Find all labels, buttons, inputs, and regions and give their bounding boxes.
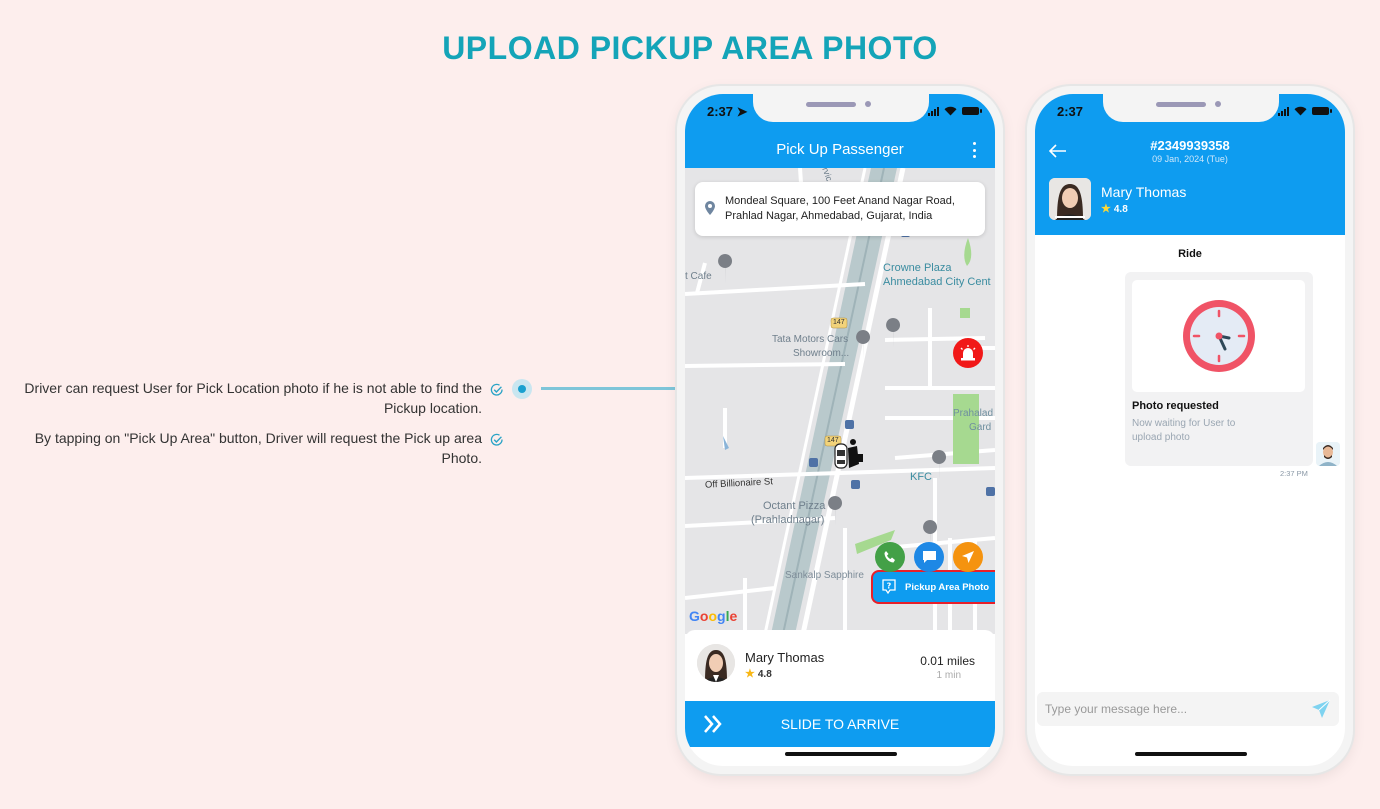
map-label: (Prahladnagar) (751, 514, 825, 526)
chat-phone: 2:37 #2349939358 09 Jan, 2024 (Tue) Mary… (1027, 86, 1353, 774)
chat-header: #2349939358 09 Jan, 2024 (Tue) Mary Thom… (1035, 132, 1345, 235)
message-title: Photo requested (1132, 400, 1219, 412)
chat-screen: 2:37 #2349939358 09 Jan, 2024 (Tue) Mary… (1035, 94, 1345, 766)
trip-eta: 1 min (936, 670, 961, 681)
kebab-menu-icon[interactable] (973, 142, 977, 158)
status-time: 2:37 ➤ (707, 104, 748, 119)
chat-rider-name: Mary Thomas (1101, 184, 1187, 200)
map-label: Tata Motors Cars (772, 334, 849, 345)
map-label: Ahmedabad City Cent (883, 276, 991, 288)
notch (1103, 94, 1279, 122)
wifi-icon (1294, 106, 1307, 116)
slide-to-arrive-slider[interactable]: SLIDE TO ARRIVE (685, 701, 995, 747)
slide-to-arrive-label: SLIDE TO ARRIVE (780, 716, 900, 732)
action-buttons (875, 542, 983, 572)
question-bubble-icon: ? (882, 579, 896, 595)
message-time: 2:37 PM (1280, 469, 1308, 478)
star-icon: ★ (745, 668, 755, 680)
feature-item: By tapping on "Pick Up Area" button, Dri… (20, 428, 510, 468)
pickup-area-photo-label: Pickup Area Photo (905, 581, 990, 593)
driver-screen: 2:37 ➤ Pick Up Passenger Servic t Cafe C… (685, 94, 995, 766)
chat-rider-rating: ★ 4.8 (1101, 203, 1128, 215)
rider-avatar (697, 644, 735, 682)
order-id: #2349939358 (1150, 138, 1230, 153)
status-icons (928, 106, 982, 116)
call-button[interactable] (875, 542, 905, 572)
message-image (1132, 280, 1305, 392)
feature-text: Driver can request User for Pick Locatio… (24, 380, 482, 416)
status-time: 2:37 (1057, 104, 1084, 119)
map-label: Octant Pizza (763, 500, 826, 512)
map-label: t Cafe (685, 271, 712, 282)
driver-car-marker-icon (834, 439, 863, 469)
navigation-arrow-icon (962, 551, 974, 563)
message-input[interactable] (1037, 692, 1339, 726)
pickup-address-card[interactable]: Mondeal Square, 100 Feet Anand Nagar Roa… (695, 182, 985, 236)
chat-section-title: Ride (1178, 248, 1202, 260)
battery-icon (962, 107, 982, 115)
map-label: Prahalad (953, 408, 994, 419)
app-bar: Pick Up Passenger (685, 132, 995, 168)
message-button[interactable] (914, 542, 944, 572)
status-icons (1278, 106, 1332, 116)
google-logo: Google (689, 608, 738, 624)
trip-distance: 0.01 miles (920, 654, 975, 668)
phone-icon (884, 551, 895, 563)
rider-rating: ★ 4.8 (745, 668, 772, 680)
sender-avatar (1316, 442, 1340, 466)
svg-text:?: ? (887, 582, 892, 591)
home-indicator[interactable] (1135, 752, 1247, 756)
double-chevron-right-icon[interactable] (703, 714, 723, 734)
chat-bubble-icon (922, 551, 936, 563)
app-bar-title: Pick Up Passenger (776, 141, 904, 158)
siren-icon (960, 345, 976, 361)
battery-icon (1312, 107, 1332, 115)
highway-shield-label: 147 (833, 319, 845, 326)
check-circle-icon (490, 433, 503, 446)
check-circle-icon (490, 383, 503, 396)
rider-card: Mary Thomas ★ 4.8 0.01 miles 1 min (685, 630, 995, 700)
home-indicator[interactable] (785, 752, 897, 756)
feature-list: Driver can request User for Pick Locatio… (20, 378, 510, 478)
page-title: UPLOAD PICKUP AREA PHOTO (442, 30, 938, 66)
signal-icon (1278, 106, 1289, 116)
pickup-address-line1: Mondeal Square, 100 Feet Anand Nagar Roa… (725, 195, 955, 207)
rider-name: Mary Thomas (745, 650, 825, 665)
location-arrow-icon: ➤ (736, 104, 748, 119)
rider-avatar (1049, 178, 1091, 220)
clock-icon (1182, 300, 1255, 372)
driver-phone: 2:37 ➤ Pick Up Passenger Servic t Cafe C… (677, 86, 1003, 774)
message-subtitle: Now waiting for User to upload photo (1132, 418, 1236, 443)
map-label: Showroom... (793, 348, 850, 359)
send-icon[interactable] (1311, 699, 1331, 719)
pickup-address-line2: Prahlad Nagar, Ahmedabad, Gujarat, India (725, 210, 933, 222)
map-label: Crowne Plaza (883, 262, 952, 274)
notch (753, 94, 929, 122)
location-pin-icon (705, 201, 715, 215)
star-icon: ★ (1101, 203, 1111, 215)
navigate-button[interactable] (953, 542, 983, 572)
signal-icon (928, 106, 939, 116)
feature-item: Driver can request User for Pick Locatio… (20, 378, 510, 418)
wifi-icon (944, 106, 957, 116)
map-label: Gard (969, 422, 992, 433)
pickup-area-photo-button[interactable]: ? Pickup Area Photo (871, 570, 995, 604)
connector-line (541, 387, 679, 390)
connector-dot (512, 379, 532, 399)
feature-text: By tapping on "Pick Up Area" button, Dri… (34, 430, 482, 466)
sos-alarm-button[interactable] (953, 338, 983, 368)
order-date: 09 Jan, 2024 (Tue) (1152, 154, 1228, 164)
map-label: KFC (910, 471, 932, 483)
photo-request-message: Photo requested Now waiting for User to … (1125, 272, 1313, 466)
map-label: Sankalp Sapphire (785, 570, 864, 581)
